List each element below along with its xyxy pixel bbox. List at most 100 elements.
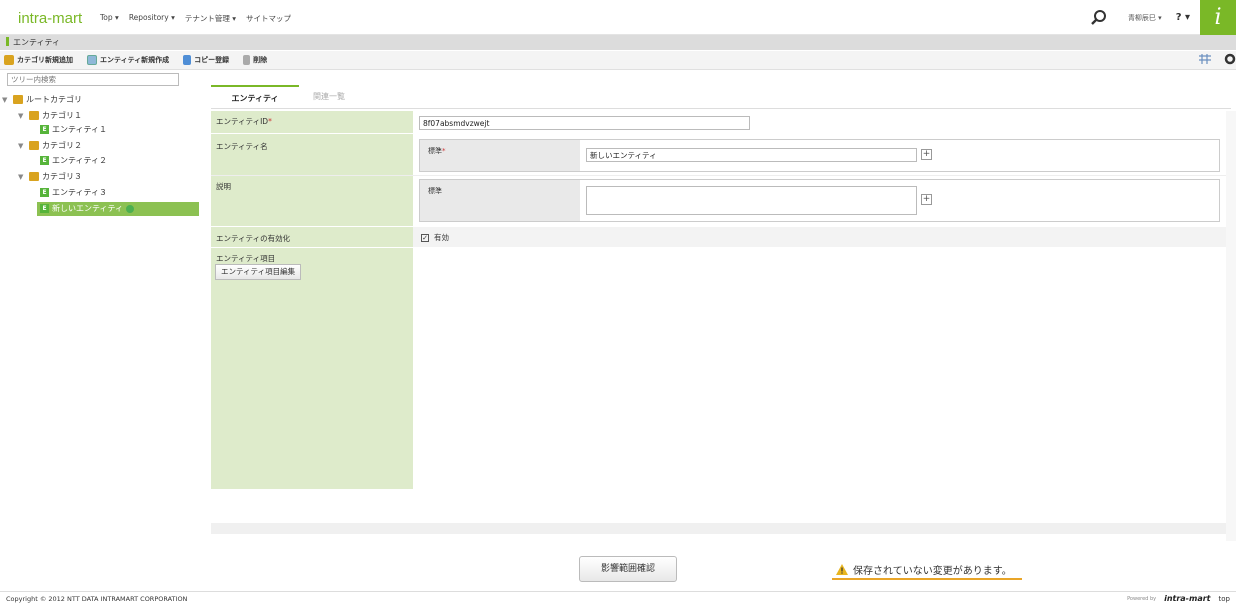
entity-name-input[interactable] bbox=[586, 148, 917, 162]
toolbar-right bbox=[1198, 53, 1236, 65]
page-footer: Copyright © 2012 NTT DATA INTRAMART CORP… bbox=[0, 591, 1236, 606]
tree-category-label: カテゴリ１ bbox=[42, 111, 82, 120]
gear-icon[interactable] bbox=[1224, 53, 1236, 65]
expand-toggle-icon[interactable]: ▼ bbox=[18, 112, 26, 120]
tree-entity-2[interactable]: E エンティティ２ bbox=[40, 154, 107, 167]
title-marker bbox=[6, 37, 9, 46]
delete-button[interactable]: 削除 bbox=[243, 55, 267, 65]
entity-id-input[interactable] bbox=[419, 116, 750, 130]
top-right-area: 青柳辰巳 ▾ ? ▾ i bbox=[1088, 0, 1236, 35]
tree-root-label: ルートカテゴリ bbox=[26, 95, 82, 104]
entity-name-label: エンティティ名 bbox=[216, 142, 268, 151]
row-divider bbox=[211, 247, 1231, 248]
new-badge-icon bbox=[126, 204, 135, 213]
standard-lang-label: 標準* bbox=[420, 140, 580, 171]
row-divider bbox=[211, 133, 1231, 134]
tree-category-1[interactable]: ▼ カテゴリ１ bbox=[18, 109, 82, 122]
search-icon[interactable] bbox=[1088, 7, 1110, 29]
folder-add-icon bbox=[4, 55, 14, 65]
powered-by-text: Powered by bbox=[1127, 596, 1157, 602]
nav-tenant-management[interactable]: テナント管理 ▾ bbox=[185, 13, 236, 24]
user-menu[interactable]: 青柳辰巳 ▾ bbox=[1128, 13, 1162, 23]
app-logo[interactable]: intra-mart bbox=[18, 10, 82, 27]
enable-checkbox-group: ✓ 有効 bbox=[421, 232, 449, 243]
top-bar: intra-mart Top ▾ Repository ▾ テナント管理 ▾ サ… bbox=[0, 0, 1236, 35]
description-lang-box: 標準 + bbox=[419, 179, 1220, 222]
tree-entity-label: エンティティ１ bbox=[52, 125, 108, 134]
entity-items-edit-button[interactable]: エンティティ項目編集 bbox=[215, 264, 302, 280]
tree-entity-label: エンティティ３ bbox=[52, 188, 108, 197]
tree-category-2[interactable]: ▼ カテゴリ２ bbox=[18, 139, 82, 152]
page-title: エンティティ bbox=[13, 38, 61, 47]
entity-name-lang-box: 標準* + bbox=[419, 139, 1220, 172]
vertical-scrollbar[interactable] bbox=[1226, 111, 1236, 541]
warning-icon bbox=[836, 563, 848, 575]
folder-icon bbox=[13, 95, 23, 104]
grid-icon[interactable] bbox=[1198, 53, 1212, 65]
tab-related-list[interactable]: 関連一覧 bbox=[301, 85, 357, 109]
add-category-button[interactable]: カテゴリ新規追加 bbox=[4, 55, 73, 65]
copy-register-button[interactable]: コピー登録 bbox=[183, 55, 229, 65]
entity-icon: E bbox=[40, 156, 49, 165]
tree-category-3[interactable]: ▼ カテゴリ３ bbox=[18, 170, 82, 183]
copy-register-label: コピー登録 bbox=[194, 56, 230, 64]
copyright-text: Copyright © 2012 NTT DATA INTRAMART CORP… bbox=[6, 595, 188, 603]
tree-selected-label: 新しいエンティティ bbox=[52, 204, 124, 213]
tree-entity-1[interactable]: E エンティティ１ bbox=[40, 123, 107, 136]
description-label: 説明 bbox=[216, 182, 231, 191]
entity-add-icon bbox=[87, 55, 97, 65]
expand-toggle-icon[interactable]: ▼ bbox=[18, 173, 26, 181]
entity-icon: E bbox=[40, 188, 49, 197]
footer-right: Powered by intra-mart top bbox=[1127, 592, 1230, 606]
trash-icon bbox=[243, 55, 251, 65]
required-mark: * bbox=[268, 117, 272, 126]
folder-icon bbox=[29, 172, 39, 181]
new-entity-button[interactable]: エンティティ新規作成 bbox=[87, 55, 169, 65]
nav-repository[interactable]: Repository ▾ bbox=[129, 13, 175, 24]
help-menu[interactable]: ? ▾ bbox=[1176, 12, 1190, 23]
new-entity-label: エンティティ新規作成 bbox=[100, 56, 170, 64]
required-mark: * bbox=[442, 147, 446, 155]
tree-entity-new[interactable]: E 新しいエンティティ bbox=[40, 202, 135, 215]
entity-icon: E bbox=[40, 125, 49, 134]
entity-icon: E bbox=[40, 204, 49, 213]
tab-bar: エンティティ 関連一覧 bbox=[211, 85, 1231, 109]
copy-icon bbox=[183, 55, 192, 65]
nav-top[interactable]: Top ▾ bbox=[100, 13, 119, 24]
powered-brand-logo: intra-mart bbox=[1164, 594, 1211, 603]
tree-category-label: カテゴリ２ bbox=[42, 141, 82, 150]
add-category-label: カテゴリ新規追加 bbox=[17, 56, 73, 64]
add-language-icon[interactable]: + bbox=[921, 194, 932, 205]
checkbox-icon[interactable]: ✓ bbox=[421, 233, 429, 242]
entity-id-label: エンティティID* bbox=[216, 117, 272, 126]
tree-entity-label: エンティティ２ bbox=[52, 156, 108, 165]
unsaved-warning: 保存されていない変更があります。 bbox=[832, 560, 1022, 580]
expand-toggle-icon[interactable]: ▼ bbox=[2, 96, 10, 104]
standard-lang-label: 標準 bbox=[420, 180, 580, 221]
row-divider bbox=[211, 175, 1231, 176]
tree-entity-3[interactable]: E エンティティ３ bbox=[40, 186, 107, 199]
tree-search-input[interactable] bbox=[7, 73, 179, 86]
brand-icon[interactable]: i bbox=[1200, 0, 1236, 35]
enable-row-bg bbox=[413, 227, 1231, 247]
folder-icon bbox=[29, 111, 39, 120]
toolbar: カテゴリ新規追加 エンティティ新規作成 コピー登録 削除 bbox=[0, 51, 1236, 70]
top-link[interactable]: top bbox=[1219, 592, 1230, 606]
description-textarea[interactable] bbox=[586, 186, 917, 215]
entity-items-label: エンティティ項目 bbox=[216, 254, 276, 263]
folder-icon bbox=[29, 141, 39, 150]
tab-entity[interactable]: エンティティ bbox=[211, 85, 299, 109]
main-nav: Top ▾ Repository ▾ テナント管理 ▾ サイトマップ bbox=[100, 13, 291, 24]
tree-category-label: カテゴリ３ bbox=[42, 172, 82, 181]
enable-checkbox-label: 有効 bbox=[434, 233, 449, 242]
expand-toggle-icon[interactable]: ▼ bbox=[18, 142, 26, 150]
delete-label: 削除 bbox=[253, 56, 268, 64]
nav-sitemap[interactable]: サイトマップ bbox=[246, 13, 291, 24]
tree-root[interactable]: ▼ ルートカテゴリ bbox=[2, 93, 82, 106]
unsaved-warning-text: 保存されていない変更があります。 bbox=[853, 565, 1012, 577]
impact-check-button[interactable]: 影響範囲確認 bbox=[579, 556, 677, 582]
add-language-icon[interactable]: + bbox=[921, 149, 932, 160]
horizontal-scrollbar[interactable] bbox=[211, 523, 1226, 534]
page-title-bar: エンティティ bbox=[0, 35, 1236, 50]
enable-label: エンティティの有効化 bbox=[216, 234, 291, 243]
